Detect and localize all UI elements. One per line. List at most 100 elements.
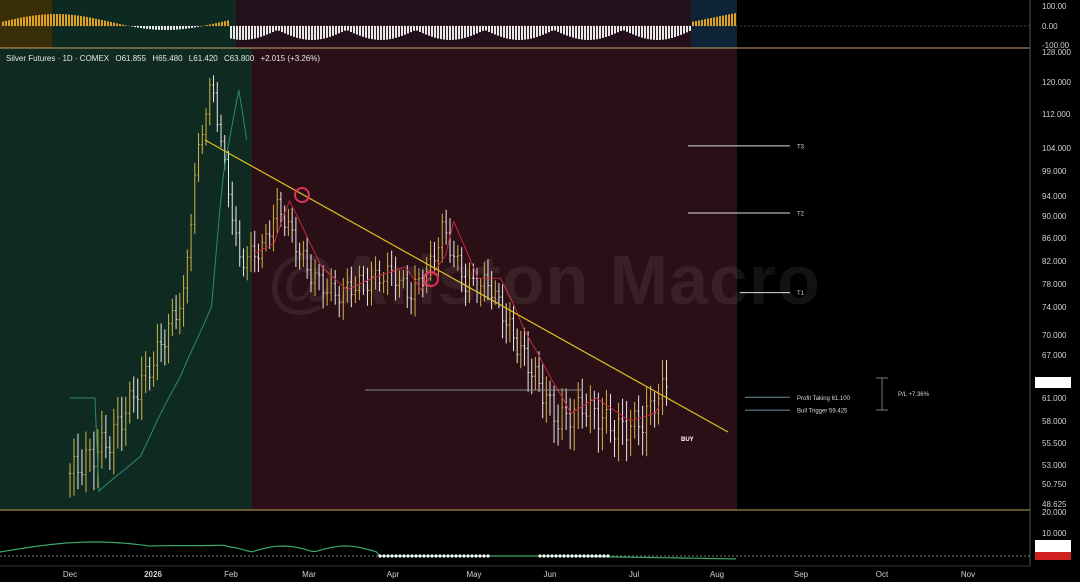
osc-bar	[62, 14, 64, 26]
osc-bar	[89, 17, 91, 26]
osc-bar	[344, 26, 346, 31]
osc-bar	[155, 26, 157, 30]
level-label: Bull Trigger 59.425	[797, 409, 848, 415]
osc-dot	[558, 554, 562, 558]
osc-bar	[629, 26, 631, 34]
osc-bar	[272, 26, 274, 33]
y-tick-label: 50.750	[1042, 480, 1067, 489]
osc-tag-white	[1035, 540, 1071, 552]
osc-bar	[224, 21, 226, 26]
osc-dot	[546, 554, 550, 558]
osc-bar	[491, 26, 493, 34]
osc-bar	[80, 15, 82, 26]
osc-bar	[539, 26, 541, 36]
osc-bar	[179, 26, 181, 30]
osc-bar	[29, 16, 31, 26]
osc-bar	[206, 25, 208, 26]
osc-bar	[170, 26, 172, 30]
osc-bar	[590, 26, 592, 40]
osc-dot	[470, 554, 474, 558]
osc-bar	[515, 26, 517, 40]
osc-bar	[221, 21, 223, 26]
osc-bar	[707, 18, 709, 26]
osc-bar	[59, 14, 61, 26]
pl-label: P/L +7.36%	[898, 392, 930, 398]
osc-bar	[191, 26, 193, 28]
osc-bar	[122, 24, 124, 26]
osc-bar	[116, 23, 118, 26]
osc-bar	[278, 26, 280, 31]
osc-dot	[606, 554, 610, 558]
osc-bar	[26, 16, 28, 26]
osc-bar	[431, 26, 433, 37]
osc-bar	[605, 26, 607, 37]
osc-bar	[437, 26, 439, 39]
osc-dot	[378, 554, 382, 558]
osc-dot	[602, 554, 606, 558]
y-tick-label: 70.000	[1042, 331, 1067, 340]
osc-bar	[68, 14, 70, 26]
osc-bar	[683, 26, 685, 34]
osc-bar	[98, 19, 100, 26]
osc-bar	[608, 26, 610, 36]
osc-dot	[454, 554, 458, 558]
osc-bar	[176, 26, 178, 30]
osc-bar	[329, 26, 331, 37]
osc-dot	[458, 554, 462, 558]
osc-bar	[617, 26, 619, 33]
osc-bar	[638, 26, 640, 37]
osc-bar	[440, 26, 442, 40]
osc-bar	[542, 26, 544, 35]
osc-bar	[260, 26, 262, 37]
osc-bar	[443, 26, 445, 40]
osc-tick-label: -100.00	[1042, 41, 1070, 50]
x-tick-label: Aug	[710, 570, 724, 579]
osc-bar	[551, 26, 553, 31]
x-tick-label: Oct	[876, 570, 889, 579]
osc-bar	[521, 26, 523, 40]
osc-bar	[404, 26, 406, 35]
osc-bar	[395, 26, 397, 38]
osc-bar	[359, 26, 361, 36]
osc-bar	[284, 26, 286, 34]
osc-bar	[566, 26, 568, 36]
osc-bar	[662, 26, 664, 40]
osc-bar	[233, 26, 235, 40]
y-tick-label: 55.500	[1042, 439, 1067, 448]
osc-bar	[356, 26, 358, 35]
y-tick-label: 90.000	[1042, 212, 1067, 221]
osc-dot	[438, 554, 442, 558]
y-tick-label: 53.000	[1042, 461, 1067, 470]
osc-bar	[518, 26, 520, 40]
osc-bar	[383, 26, 385, 40]
osc-bar	[602, 26, 604, 38]
osc-dot	[386, 554, 390, 558]
osc-bar	[23, 17, 25, 26]
osc-bar	[302, 26, 304, 40]
osc-dot	[542, 554, 546, 558]
osc-bar	[323, 26, 325, 39]
osc-bar	[611, 26, 613, 35]
osc-bar	[575, 26, 577, 39]
low-value: L61.420	[188, 54, 218, 63]
x-tick-label: Jul	[629, 570, 639, 579]
osc-bar	[413, 26, 415, 31]
osc-bar	[218, 22, 220, 26]
osc-bar	[353, 26, 355, 34]
osc-bar	[380, 26, 382, 40]
osc-bar	[719, 16, 721, 26]
osc-zone-green	[52, 0, 236, 48]
osc-bar	[503, 26, 505, 38]
osc-bar	[530, 26, 532, 39]
y-tick-label: 99.000	[1042, 167, 1067, 176]
osc-bar	[461, 26, 463, 39]
osc-bar	[254, 26, 256, 39]
osc-bar	[524, 26, 526, 40]
osc-bar	[56, 14, 58, 26]
osc-bar	[341, 26, 343, 33]
osc-bar	[32, 15, 34, 26]
osc-bar	[74, 15, 76, 26]
osc-bar	[107, 21, 109, 26]
osc-bar	[644, 26, 646, 39]
osc-bar	[281, 26, 283, 33]
